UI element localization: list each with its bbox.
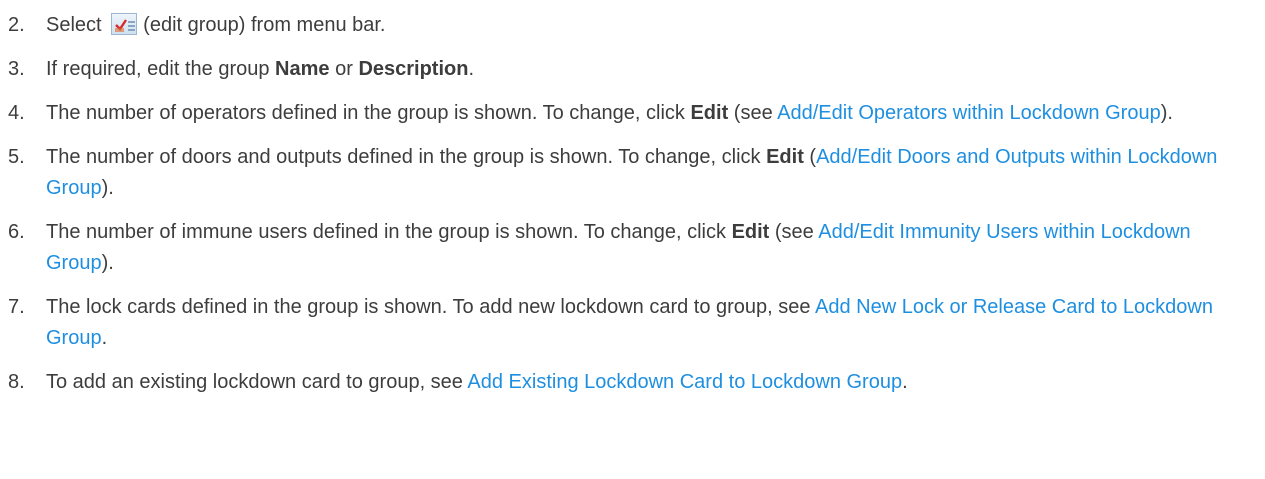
step-text-part: The number of immune users defined in th… bbox=[46, 221, 732, 243]
step-text-part: ). bbox=[101, 177, 114, 199]
step-text: The lock cards defined in the group is s… bbox=[38, 292, 1265, 354]
step-text: The number of operators defined in the g… bbox=[38, 98, 1265, 129]
step-text-part: The lock cards defined in the group is s… bbox=[46, 296, 815, 318]
step-text-part: ). bbox=[1160, 102, 1173, 124]
step-text-part: ( bbox=[803, 146, 817, 168]
step-text-part: (edit group) from menu bar. bbox=[143, 14, 386, 36]
step-text: Select (edit group) from menu bar. bbox=[38, 10, 1265, 41]
list-item: 4. The number of operators defined in th… bbox=[0, 98, 1265, 129]
step-text-part: The number of operators defined in the g… bbox=[46, 102, 691, 124]
edit-group-icon bbox=[111, 13, 138, 35]
step-text: If required, edit the group Name or Desc… bbox=[38, 54, 1265, 85]
list-item: 6. The number of immune users defined in… bbox=[0, 217, 1265, 279]
bold-term: Name bbox=[275, 58, 330, 80]
step-text: The number of immune users defined in th… bbox=[38, 217, 1265, 279]
step-text-part: The number of doors and outputs defined … bbox=[46, 146, 767, 168]
step-text-part: . bbox=[468, 58, 475, 80]
step-text-part: . bbox=[902, 371, 908, 393]
bold-term: Description bbox=[358, 58, 469, 80]
step-number: 4. bbox=[8, 102, 25, 124]
step-text-part: ). bbox=[101, 252, 114, 274]
step-text-part: (see bbox=[769, 221, 819, 243]
step-text-part: (see bbox=[728, 102, 778, 124]
list-item: 5. The number of doors and outputs defin… bbox=[0, 142, 1265, 204]
link-add-edit-operators[interactable]: Add/Edit Operators within Lockdown Group bbox=[777, 102, 1161, 124]
bold-term: Edit bbox=[731, 221, 770, 243]
list-item: 8. To add an existing lockdown card to g… bbox=[0, 367, 1265, 398]
list-item: 7. The lock cards defined in the group i… bbox=[0, 292, 1265, 354]
bold-term: Edit bbox=[766, 146, 804, 168]
bold-term: Edit bbox=[690, 102, 729, 124]
step-text: The number of doors and outputs defined … bbox=[38, 142, 1265, 204]
step-text-part: Select bbox=[46, 14, 102, 36]
step-text-part: If required, edit the group bbox=[46, 58, 276, 80]
step-number: 8. bbox=[8, 371, 25, 393]
step-text-part: To add an existing lockdown card to grou… bbox=[46, 371, 468, 393]
step-number: 3. bbox=[8, 58, 25, 80]
step-text-part: . bbox=[101, 327, 108, 349]
step-number: 6. bbox=[8, 221, 25, 243]
list-item: 2. Select (edit group) from menu bar. bbox=[0, 10, 1265, 41]
step-text: To add an existing lockdown card to grou… bbox=[38, 367, 1265, 398]
instruction-list: 2. Select (edit group) from menu bar. 3.… bbox=[0, 0, 1265, 398]
step-number: 5. bbox=[8, 146, 25, 168]
step-number: 7. bbox=[8, 296, 25, 318]
link-add-existing-lockdown-card[interactable]: Add Existing Lockdown Card to Lockdown G… bbox=[467, 371, 902, 393]
step-text-part: or bbox=[329, 58, 359, 80]
step-number: 2. bbox=[8, 14, 25, 36]
list-item: 3. If required, edit the group Name or D… bbox=[0, 54, 1265, 85]
